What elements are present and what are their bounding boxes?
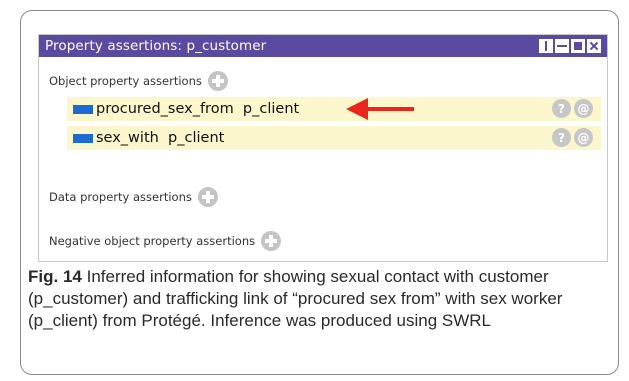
negative-object-property-label: Negative object property assertions [49, 234, 256, 248]
property-assertions-panel: Property assertions: p_customer Object p… [38, 34, 608, 262]
negative-object-property-section: Negative object property assertions [49, 231, 282, 251]
figure-caption: Fig. 14 Inferred information for showing… [28, 266, 608, 332]
assertion-spacer [159, 130, 168, 146]
panel-header: Property assertions: p_customer [39, 35, 607, 57]
assertion-row[interactable]: sex_with p_client ? @ [67, 126, 601, 150]
caption-text: Inferred information for showing sexual … [28, 267, 563, 330]
assertion-individual: p_client [168, 130, 225, 146]
annotate-button[interactable]: @ [574, 99, 593, 118]
add-object-property-icon[interactable] [207, 71, 228, 91]
assertion-property: sex_with [96, 130, 159, 146]
row-actions: ? @ [552, 128, 593, 147]
add-negative-object-property-icon[interactable] [261, 231, 282, 251]
annotate-button[interactable]: @ [574, 128, 593, 147]
object-property-section: Object property assertions [49, 71, 228, 91]
object-property-icon [73, 104, 93, 114]
data-property-label: Data property assertions [49, 190, 192, 204]
tile-horizontal-icon[interactable] [555, 39, 569, 53]
assertion-individual: p_client [242, 101, 300, 117]
maximize-icon[interactable] [571, 39, 585, 53]
explain-button[interactable]: ? [552, 99, 571, 118]
red-arrow-icon [346, 98, 414, 120]
object-property-label: Object property assertions [49, 74, 202, 88]
add-data-property-icon[interactable] [197, 187, 218, 207]
assertion-row[interactable]: procured_sex_from p_client ? @ [67, 97, 601, 121]
caption-label: Fig. 14 [28, 267, 82, 286]
object-property-icon [73, 133, 93, 143]
tile-vertical-icon[interactable] [539, 39, 553, 53]
assertion-property: procured_sex_from [96, 101, 234, 117]
data-property-section: Data property assertions [49, 187, 218, 207]
assertion-spacer [234, 101, 243, 117]
row-actions: ? @ [552, 99, 593, 118]
panel-title: Property assertions: p_customer [45, 38, 267, 54]
window-buttons [539, 39, 601, 53]
close-icon[interactable] [587, 39, 601, 53]
explain-button[interactable]: ? [552, 128, 571, 147]
